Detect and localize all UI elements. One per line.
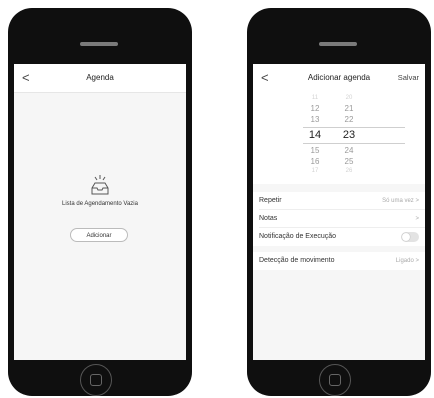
picker-hour-selected: 14	[308, 129, 322, 141]
picker-hour: 16	[310, 157, 320, 166]
nav-bar: < Agenda	[14, 64, 186, 93]
chevron-right-icon: >	[415, 258, 419, 264]
empty-list-message: Lista de Agendamento Vazia	[62, 201, 138, 207]
notes-label: Notas	[259, 215, 278, 222]
picker-minute: 24	[344, 146, 354, 155]
repeat-label: Repetir	[259, 197, 282, 204]
empty-tray-icon	[90, 174, 110, 196]
picker-selection-line	[303, 127, 405, 128]
phone-right: < Adicionar agenda Salvar 11 20 12 21 13…	[247, 8, 431, 396]
execution-notification-label: Notificação de Execução	[259, 233, 337, 240]
nav-bar: < Adicionar agenda Salvar	[253, 64, 425, 93]
picker-minute: 22	[344, 115, 354, 124]
toggle-knob	[402, 233, 410, 241]
chevron-right-icon: >	[415, 198, 419, 204]
picker-hour: 17	[311, 168, 319, 174]
execution-notification-toggle[interactable]	[401, 232, 419, 242]
notes-value: >	[415, 216, 419, 222]
home-button[interactable]	[80, 364, 112, 396]
home-square-icon	[329, 374, 341, 386]
picker-minute: 21	[344, 104, 354, 113]
page-title: Agenda	[86, 73, 114, 82]
picker-minute: 25	[344, 157, 354, 166]
motion-detection-row[interactable]: Detecção de movimento Ligado >	[253, 252, 425, 270]
home-square-icon	[90, 374, 102, 386]
motion-detection-value: Ligado >	[395, 258, 419, 264]
picker-hour: 13	[310, 115, 320, 124]
repeat-value: Só uma vez >	[382, 198, 419, 204]
motion-detection-label: Detecção de movimento	[259, 257, 335, 264]
screen-add-schedule: < Adicionar agenda Salvar 11 20 12 21 13…	[253, 64, 425, 360]
picker-selection-line	[303, 143, 405, 144]
notes-row[interactable]: Notas >	[253, 210, 425, 228]
execution-notification-row: Notificação de Execução	[253, 228, 425, 246]
picker-minute: 20	[345, 95, 353, 101]
add-button[interactable]: Adicionar	[70, 228, 128, 242]
save-button[interactable]: Salvar	[398, 73, 419, 82]
speaker-grille	[319, 42, 357, 46]
picker-hour: 12	[310, 104, 320, 113]
phone-left: < Agenda Lista de Agendamento Vazia Adic…	[8, 8, 192, 396]
time-picker[interactable]: 11 20 12 21 13 22 14 23 15 24 16 25 17 2…	[253, 92, 425, 184]
home-button[interactable]	[319, 364, 351, 396]
picker-minute-selected: 23	[342, 129, 356, 141]
picker-minute: 26	[345, 168, 353, 174]
picker-hour: 11	[311, 95, 319, 101]
picker-hour: 15	[310, 146, 320, 155]
chevron-right-icon: >	[415, 216, 419, 222]
speaker-grille	[80, 42, 118, 46]
repeat-row[interactable]: Repetir Só uma vez >	[253, 192, 425, 210]
screen-agenda: < Agenda Lista de Agendamento Vazia Adic…	[14, 64, 186, 360]
